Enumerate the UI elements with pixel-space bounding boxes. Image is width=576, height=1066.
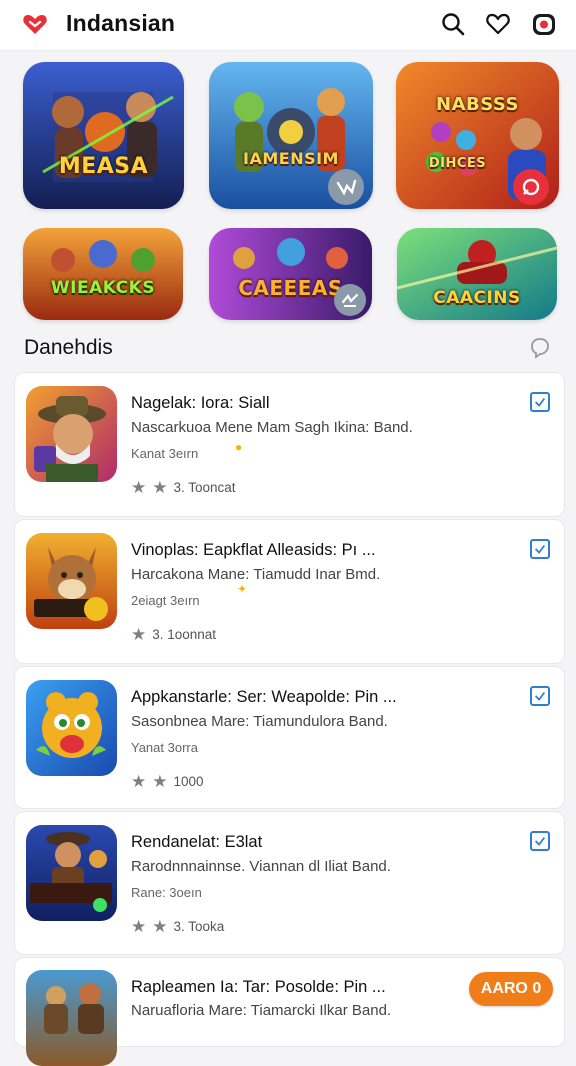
featured-title: WIEAKCKS <box>50 278 156 298</box>
star-icon: ★ <box>131 772 147 791</box>
sparkle-icon: ✦ <box>237 582 248 596</box>
star-icon: ★ <box>131 625 147 644</box>
section-title: Danehdis <box>24 336 113 359</box>
game-artwork <box>23 62 184 209</box>
share-icon[interactable] <box>328 169 364 205</box>
list-item[interactable]: Rapleamen Ia: Tar: Posolde: Pin ... Naru… <box>14 957 565 1066</box>
game-thumbnail <box>26 825 117 921</box>
item-rating: ★ ★ 1000 <box>131 773 204 790</box>
game-thumbnail <box>26 680 117 776</box>
featured-title: NABSSS <box>436 94 519 115</box>
list-item[interactable]: Appkanstarle: Ser: Weapolde: Pin ... Sas… <box>14 666 565 809</box>
chat-bubble-icon[interactable] <box>528 336 552 360</box>
select-checkbox[interactable] <box>530 539 550 559</box>
item-subtitle: Kanat 3eırn <box>131 446 199 461</box>
item-title: Nagelak: Iora: Siall <box>131 394 270 412</box>
featured-game-6[interactable]: CAACINS <box>397 228 557 320</box>
item-title: Rendanelat: E3lat <box>131 833 263 851</box>
star-icon: ★ <box>152 917 168 936</box>
app-title: Indansian <box>66 10 176 36</box>
item-subtitle: Yanat 3orra <box>131 740 198 755</box>
app-header: Indansian <box>0 0 576 51</box>
item-description: Naruafloria Mare: Tiamarcki Ilkar Band. <box>131 1002 392 1019</box>
featured-game-5[interactable]: CAEEEAS <box>209 228 372 320</box>
item-rating: ★ ★ 3. Tooka <box>131 918 224 935</box>
rating-text: 1000 <box>173 774 204 789</box>
featured-game-3[interactable]: NABSSS DIHCES <box>396 62 559 209</box>
select-checkbox[interactable] <box>530 686 550 706</box>
rating-text: 3. 1oonnat <box>152 627 217 642</box>
star-icon: ★ <box>152 478 168 497</box>
featured-title: CAACINS <box>433 288 521 308</box>
heart-icon[interactable] <box>485 11 511 37</box>
featured-title: IAMENSIM <box>243 149 339 168</box>
sparkle-icon: ● <box>235 440 243 454</box>
select-checkbox[interactable] <box>530 831 550 851</box>
star-icon: ★ <box>152 772 168 791</box>
item-rating: ★ ★ 3. Tooncat <box>131 479 236 496</box>
item-description: Sasonbnea Mare: Tiamundulora Band. <box>131 713 388 730</box>
item-title: Rapleamen Ia: Tar: Posolde: Pin ... <box>131 978 386 996</box>
star-icon: ★ <box>131 917 147 936</box>
item-rating: ★ 3. 1oonnat <box>131 626 216 643</box>
profile-icon[interactable] <box>531 11 557 37</box>
item-description: Nascarkuoa Mene Mam Sagh Ikina: Band. <box>131 419 413 436</box>
rating-text: 3. Tooncat <box>173 480 236 495</box>
featured-game-1[interactable]: MEASA <box>23 62 184 209</box>
item-description: Rarodnnnainnse. Viannan dl Iliat Band. <box>131 858 391 875</box>
list-item[interactable]: Vinoplas: Eapkflat Alleasids: Pı ... Har… <box>14 519 565 664</box>
app-logo-icon[interactable] <box>22 12 48 36</box>
item-description: Harcakona Mane: Tiamudd Inar Bmd. <box>131 566 381 583</box>
featured-game-2[interactable]: IAMENSIM <box>209 62 373 209</box>
game-artwork <box>23 228 183 320</box>
select-checkbox[interactable] <box>530 392 550 412</box>
item-subtitle: Rane: 3oeın <box>131 885 202 900</box>
list-item[interactable]: Rendanelat: E3lat Rarodnnnainnse. Vianna… <box>14 811 565 955</box>
game-badge-icon[interactable] <box>513 169 549 205</box>
list-item[interactable]: Nagelak: Iora: Siall Nascarkuoa Mene Mam… <box>14 372 565 517</box>
featured-title: MEASA <box>58 154 149 179</box>
star-icon: ★ <box>131 478 147 497</box>
game-thumbnail <box>26 386 117 482</box>
game-thumbnail <box>26 970 117 1066</box>
share-icon[interactable] <box>334 284 366 316</box>
item-subtitle: 2eiagt 3eırn <box>131 593 200 608</box>
search-icon[interactable] <box>440 11 466 37</box>
install-button[interactable]: AARO 0 <box>469 972 553 1006</box>
rating-text: 3. Tooka <box>173 919 225 934</box>
item-title: Vinoplas: Eapkflat Alleasids: Pı ... <box>131 541 376 559</box>
item-title: Appkanstarle: Ser: Weapolde: Pin ... <box>131 688 397 706</box>
featured-game-4[interactable]: WIEAKCKS <box>23 228 183 320</box>
game-thumbnail <box>26 533 117 629</box>
